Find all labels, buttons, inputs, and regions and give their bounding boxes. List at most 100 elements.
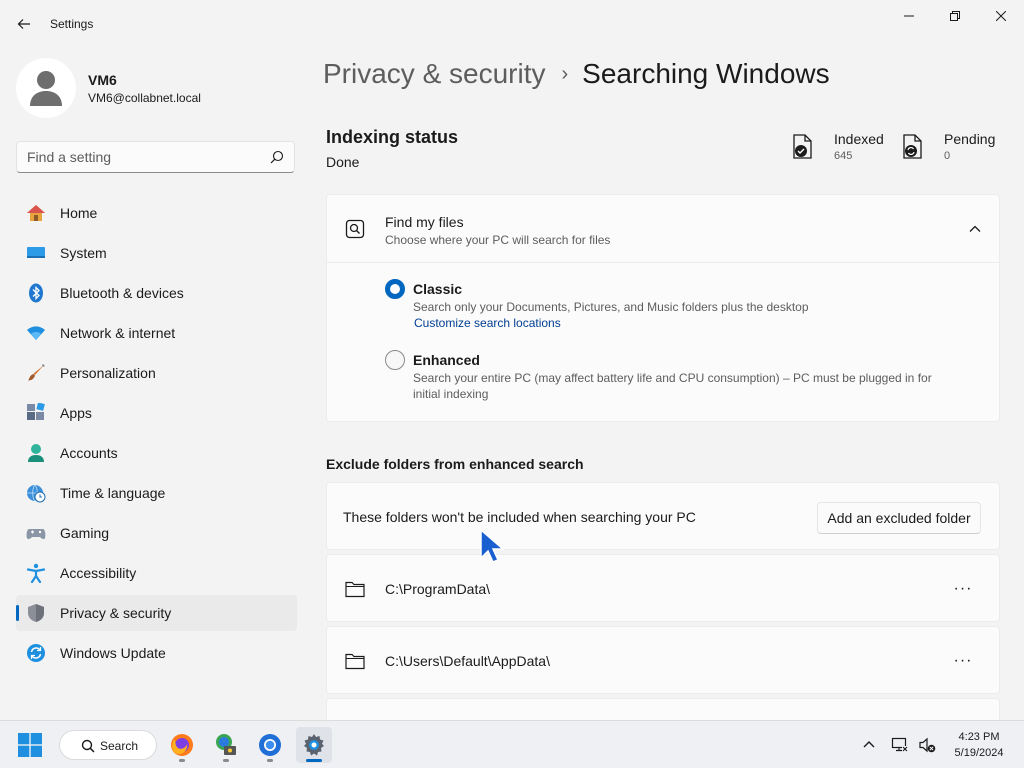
more-options-button[interactable]: ··· <box>947 577 979 601</box>
avatar[interactable] <box>16 58 76 118</box>
apps-icon <box>27 403 45 420</box>
sidebar-item-personalization[interactable]: Personalization <box>16 355 297 391</box>
indexing-status-heading: Indexing status <box>326 127 459 147</box>
sidebar-item-privacy-security[interactable]: Privacy & security <box>16 595 297 631</box>
settings-search-input[interactable] <box>27 149 257 165</box>
sidebar-item-system[interactable]: System <box>16 235 297 271</box>
wifi-icon <box>27 326 45 340</box>
excluded-folder-path: C:\Users\Default\AppData\ <box>385 653 550 669</box>
exclude-folders-card: These folders won't be included when sea… <box>326 482 1000 550</box>
taskbar: Search 4:23 PM 5/19/2024 <box>0 720 1024 768</box>
taskbar-chrome[interactable] <box>252 727 288 763</box>
enhanced-radio[interactable] <box>385 350 405 370</box>
sidebar-item-label: Home <box>60 205 98 221</box>
user-name: VM6 <box>88 72 117 88</box>
search-folder-icon <box>345 219 365 239</box>
accessibility-icon <box>26 563 46 583</box>
clock-date: 5/19/2024 <box>954 747 1004 759</box>
minimize-button[interactable] <box>886 0 932 32</box>
running-indicator <box>179 759 185 762</box>
back-button[interactable] <box>10 10 38 38</box>
enhanced-option-description: Search your entire PC (may affect batter… <box>413 371 932 401</box>
windows-start-icon[interactable] <box>18 733 42 757</box>
search-icon <box>81 739 95 753</box>
app-title: Settings <box>50 17 94 31</box>
excluded-folder-row: C:\ProgramData\ ··· <box>326 554 1000 622</box>
sidebar-item-label: Personalization <box>60 365 156 381</box>
update-icon <box>27 644 45 662</box>
folder-icon <box>345 653 365 670</box>
settings-search-box[interactable] <box>16 141 295 173</box>
sidebar-item-label: Apps <box>60 405 92 421</box>
find-my-files-subtitle: Choose where your PC will search for fil… <box>385 233 611 247</box>
sidebar-item-label: Windows Update <box>60 645 166 661</box>
taskbar-settings[interactable] <box>296 727 332 763</box>
excluded-folder-path: C:\ProgramData\ <box>385 581 491 597</box>
network-icon[interactable] <box>891 736 909 754</box>
network-app-icon <box>216 734 236 755</box>
running-indicator <box>306 759 322 762</box>
chevron-up-icon[interactable] <box>967 221 983 237</box>
sidebar-item-label: Network & internet <box>60 325 176 341</box>
breadcrumb: Privacy & security › Searching Windows <box>323 58 830 94</box>
customize-search-locations-link[interactable]: Customize search locations <box>414 316 561 330</box>
shield-icon <box>28 604 44 622</box>
add-excluded-folder-button[interactable]: Add an excluded folder <box>817 502 981 534</box>
chevron-up-icon[interactable] <box>860 736 878 754</box>
sidebar-item-label: Bluetooth & devices <box>60 285 184 301</box>
sidebar-item-network[interactable]: Network & internet <box>16 315 297 351</box>
document-check-icon <box>793 134 812 159</box>
sidebar-item-apps[interactable]: Apps <box>16 395 297 431</box>
exclude-folders-description: These folders won't be included when sea… <box>343 509 696 525</box>
folder-icon <box>345 581 365 598</box>
sidebar-item-label: Privacy & security <box>60 605 172 621</box>
close-icon <box>996 11 1006 21</box>
restore-icon <box>950 11 960 21</box>
home-icon <box>27 205 45 221</box>
indexed-count: 645 <box>834 150 853 162</box>
bluetooth-icon <box>29 283 43 303</box>
exclude-folders-heading: Exclude folders from enhanced search <box>326 456 584 472</box>
more-options-button[interactable]: ··· <box>947 649 979 673</box>
classic-radio[interactable] <box>385 279 405 299</box>
taskbar-firefox[interactable] <box>164 727 200 763</box>
breadcrumb-separator: › <box>561 63 569 85</box>
sidebar-item-home[interactable]: Home <box>16 195 297 231</box>
sidebar-item-time-language[interactable]: Time & language <box>16 475 297 511</box>
title-bar: Settings <box>0 0 1024 48</box>
gamepad-icon <box>26 529 46 540</box>
sidebar-item-gaming[interactable]: Gaming <box>16 515 297 551</box>
breadcrumb-parent-link[interactable]: Privacy & security <box>323 58 546 89</box>
find-my-files-header[interactable]: Find my files Choose where your PC will … <box>327 195 999 263</box>
sidebar-item-label: System <box>60 245 107 261</box>
taskbar-search-button[interactable]: Search <box>59 730 157 760</box>
sidebar-item-accessibility[interactable]: Accessibility <box>16 555 297 591</box>
taskbar-clock[interactable]: 4:23 PM 5/19/2024 <box>946 729 1012 761</box>
classic-option-title: Classic <box>413 281 463 297</box>
taskbar-network-app[interactable] <box>208 727 244 763</box>
restore-button[interactable] <box>932 0 978 32</box>
search-icon[interactable] <box>270 150 284 164</box>
page-title: Searching Windows <box>582 58 830 89</box>
system-icon <box>27 247 45 258</box>
classic-option-description: Search only your Documents, Pictures, an… <box>413 300 809 314</box>
clock-time: 4:23 PM <box>958 731 1000 743</box>
running-indicator <box>223 759 229 762</box>
pending-label: Pending <box>944 131 996 147</box>
user-icon <box>30 71 62 106</box>
sidebar-item-label: Gaming <box>60 525 110 541</box>
close-button[interactable] <box>978 0 1024 32</box>
sidebar-item-label: Accessibility <box>60 565 137 581</box>
enhanced-option-title: Enhanced <box>413 352 480 368</box>
running-indicator <box>267 759 273 762</box>
sidebar-item-accounts[interactable]: Accounts <box>16 435 297 471</box>
taskbar-search-label: Search <box>100 739 139 753</box>
sidebar-item-bluetooth[interactable]: Bluetooth & devices <box>16 275 297 311</box>
chrome-icon <box>259 734 281 756</box>
accounts-icon <box>28 444 44 462</box>
globe-clock-icon <box>27 484 46 503</box>
document-sync-icon <box>903 134 922 159</box>
firefox-icon <box>171 734 193 756</box>
volume-muted-icon[interactable] <box>918 736 936 754</box>
sidebar-item-windows-update[interactable]: Windows Update <box>16 635 297 671</box>
